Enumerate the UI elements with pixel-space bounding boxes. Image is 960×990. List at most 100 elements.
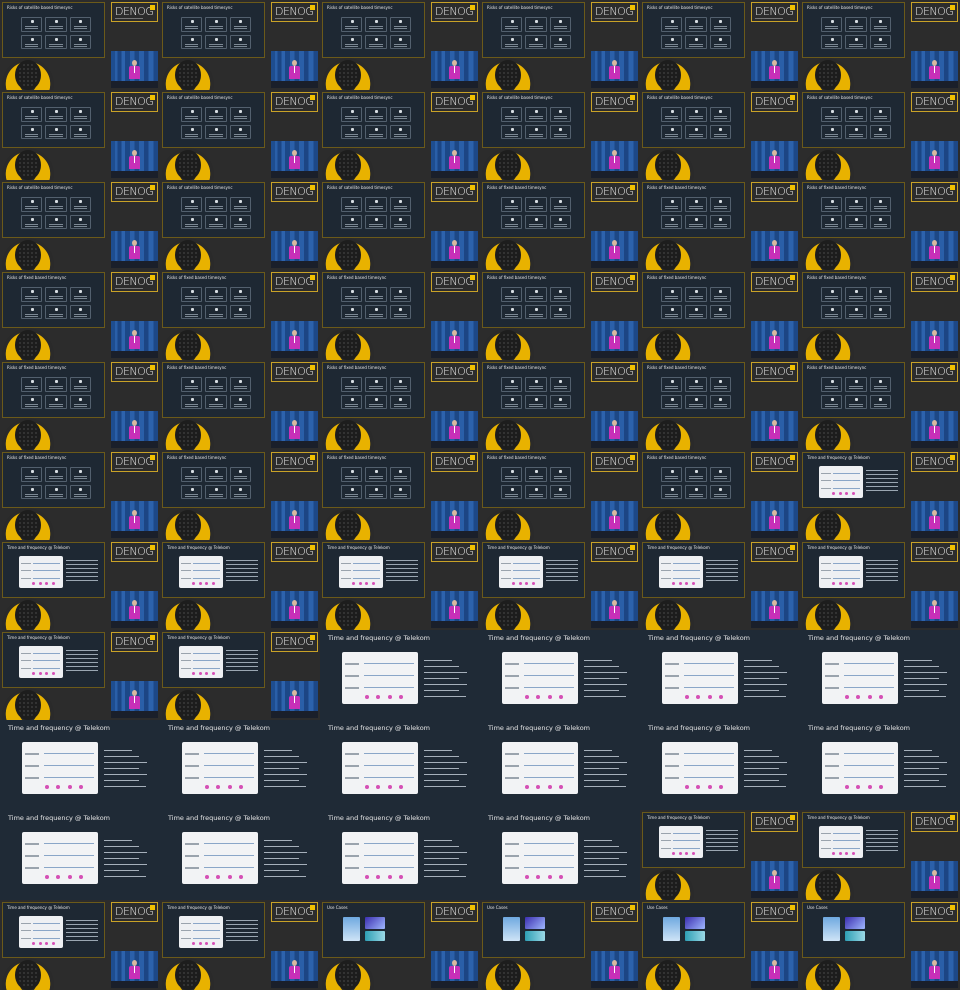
logo-text: DENOG: [435, 185, 474, 198]
video-frame[interactable]: Time and frequency @ Telekom DENOG: [0, 630, 160, 720]
video-frame[interactable]: Risks of satellite based timesync DENOG: [0, 180, 160, 270]
video-frame[interactable]: Risks of fixed based timesync DENOG: [160, 360, 320, 450]
video-frame[interactable]: Risks of fixed based timesync DENOG: [640, 180, 800, 270]
video-frame[interactable]: Use Cases DENOG: [480, 900, 640, 990]
video-frame[interactable]: Time and frequency @ Telekom DENOG: [160, 540, 320, 630]
video-frame[interactable]: Time and frequency @ Telekom: [320, 630, 480, 720]
risk-card: [21, 197, 43, 212]
video-frame[interactable]: Time and frequency @ Telekom: [160, 810, 320, 900]
video-frame[interactable]: Risks of fixed based timesync DENOG: [0, 450, 160, 540]
video-frame[interactable]: Time and frequency @ Telekom DENOG: [160, 900, 320, 990]
video-frame[interactable]: Time and frequency @ Telekom: [160, 720, 320, 810]
video-frame[interactable]: Risks of fixed based timesync DENOG: [480, 450, 640, 540]
video-frame[interactable]: Time and frequency @ Telekom DENOG: [640, 540, 800, 630]
logo-text: DENOG: [115, 455, 154, 468]
video-frame[interactable]: Risks of satellite based timesync DENOG: [160, 90, 320, 180]
video-frame[interactable]: Time and frequency @ Telekom: [800, 630, 960, 720]
video-frame[interactable]: Time and frequency @ Telekom DENOG: [800, 450, 960, 540]
video-frame[interactable]: Time and frequency @ Telekom: [640, 630, 800, 720]
risk-card: [21, 484, 43, 499]
slide-thumbnail: Risks of fixed based timesync: [482, 452, 585, 508]
video-frame[interactable]: Time and frequency @ Telekom: [320, 720, 480, 810]
video-frame[interactable]: Risks of fixed based timesync DENOG: [800, 360, 960, 450]
video-frame[interactable]: Time and frequency @ Telekom: [800, 720, 960, 810]
network-diagram: [182, 742, 258, 794]
video-frame[interactable]: Risks of fixed based timesync DENOG: [320, 450, 480, 540]
video-frame[interactable]: Use Cases DENOG: [640, 900, 800, 990]
bullet-line: [744, 666, 780, 667]
disk-center: [815, 420, 841, 450]
lanyard: [614, 66, 615, 73]
video-frame[interactable]: Risks of satellite based timesync DENOG: [160, 0, 320, 90]
video-frame[interactable]: Risks of fixed based timesync DENOG: [160, 270, 320, 360]
video-frame[interactable]: Risks of fixed based timesync DENOG: [480, 180, 640, 270]
slide-thumbnail: Risks of fixed based timesync: [802, 182, 905, 238]
diagram-label: [25, 855, 39, 858]
video-frame[interactable]: Risks of satellite based timesync DENOG: [160, 180, 320, 270]
video-frame[interactable]: Risks of satellite based timesync DENOG: [800, 90, 960, 180]
video-frame[interactable]: Risks of satellite based timesync DENOG: [0, 0, 160, 90]
stage-floor: [431, 981, 478, 988]
video-frame[interactable]: Time and frequency @ Telekom DENOG: [160, 630, 320, 720]
video-frame[interactable]: Time and frequency @ Telekom DENOG: [800, 540, 960, 630]
diagram-lane: [844, 765, 894, 767]
bullet-line: [904, 660, 932, 661]
video-frame[interactable]: Time and frequency @ Telekom: [0, 720, 160, 810]
logo-underline: [915, 108, 943, 109]
risk-card: [549, 287, 571, 302]
video-frame[interactable]: Risks of satellite based timesync DENOG: [800, 0, 960, 90]
video-frame[interactable]: Time and frequency @ Telekom: [480, 810, 640, 900]
bullet-line: [866, 474, 899, 475]
lanyard: [454, 606, 455, 613]
video-frame[interactable]: Use Cases DENOG: [800, 900, 960, 990]
video-frame[interactable]: Time and frequency @ Telekom DENOG: [640, 810, 800, 900]
video-frame[interactable]: Risks of fixed based timesync DENOG: [640, 450, 800, 540]
video-frame[interactable]: Time and frequency @ Telekom DENOG: [0, 900, 160, 990]
video-frame[interactable]: Risks of satellite based timesync DENOG: [480, 0, 640, 90]
video-frame[interactable]: Time and frequency @ Telekom: [480, 630, 640, 720]
video-frame[interactable]: Use Cases DENOG: [320, 900, 480, 990]
video-frame[interactable]: Time and frequency @ Telekom: [480, 720, 640, 810]
video-frame[interactable]: Risks of fixed based timesync DENOG: [320, 360, 480, 450]
video-frame[interactable]: Risks of fixed based timesync DENOG: [160, 450, 320, 540]
video-frame[interactable]: Risks of fixed based timesync DENOG: [640, 270, 800, 360]
video-frame[interactable]: Risks of fixed based timesync DENOG: [800, 180, 960, 270]
speaker-camera: [271, 951, 318, 988]
video-frame[interactable]: Time and frequency @ Telekom DENOG: [480, 540, 640, 630]
speaker-camera: [111, 681, 158, 718]
video-frame[interactable]: Risks of fixed based timesync DENOG: [640, 360, 800, 450]
video-frame[interactable]: Risks of satellite based timesync DENOG: [480, 90, 640, 180]
video-frame[interactable]: Risks of fixed based timesync DENOG: [480, 360, 640, 450]
bullet-line: [264, 786, 307, 787]
video-frame[interactable]: Risks of fixed based timesync DENOG: [0, 360, 160, 450]
clock-node-dot: [719, 694, 723, 699]
stage-floor: [271, 981, 318, 988]
video-frame[interactable]: Risks of satellite based timesync DENOG: [640, 90, 800, 180]
video-frame[interactable]: Time and frequency @ Telekom: [320, 810, 480, 900]
video-frame[interactable]: Risks of satellite based timesync DENOG: [0, 90, 160, 180]
video-frame[interactable]: Time and frequency @ Telekom: [0, 810, 160, 900]
diagram-label: [505, 687, 519, 690]
video-frame[interactable]: Time and frequency @ Telekom DENOG: [320, 540, 480, 630]
diagram-lane: [513, 577, 540, 579]
stage-floor: [431, 621, 478, 628]
clock-node-dot: [32, 582, 36, 586]
video-frame[interactable]: Risks of fixed based timesync DENOG: [0, 270, 160, 360]
diagram-lane: [684, 753, 734, 755]
video-frame[interactable]: Time and frequency @ Telekom: [640, 720, 800, 810]
video-frame[interactable]: Time and frequency @ Telekom DENOG: [0, 540, 160, 630]
video-frame[interactable]: Risks of satellite based timesync DENOG: [640, 0, 800, 90]
video-frame[interactable]: Time and frequency @ Telekom DENOG: [800, 810, 960, 900]
video-frame[interactable]: Risks of satellite based timesync DENOG: [320, 180, 480, 270]
bullet-line: [66, 924, 99, 925]
video-frame[interactable]: Risks of satellite based timesync DENOG: [320, 90, 480, 180]
clock-node-dot: [376, 694, 381, 699]
video-frame[interactable]: Risks of fixed based timesync DENOG: [480, 270, 640, 360]
risk-card: [45, 107, 67, 122]
bullet-line: [226, 572, 259, 573]
slide-thumbnail: Risks of fixed based timesync: [642, 182, 745, 238]
video-frame[interactable]: Risks of fixed based timesync DENOG: [800, 270, 960, 360]
video-frame[interactable]: Risks of fixed based timesync DENOG: [320, 270, 480, 360]
video-frame[interactable]: Risks of satellite based timesync DENOG: [320, 0, 480, 90]
diagram-lane: [44, 855, 94, 857]
